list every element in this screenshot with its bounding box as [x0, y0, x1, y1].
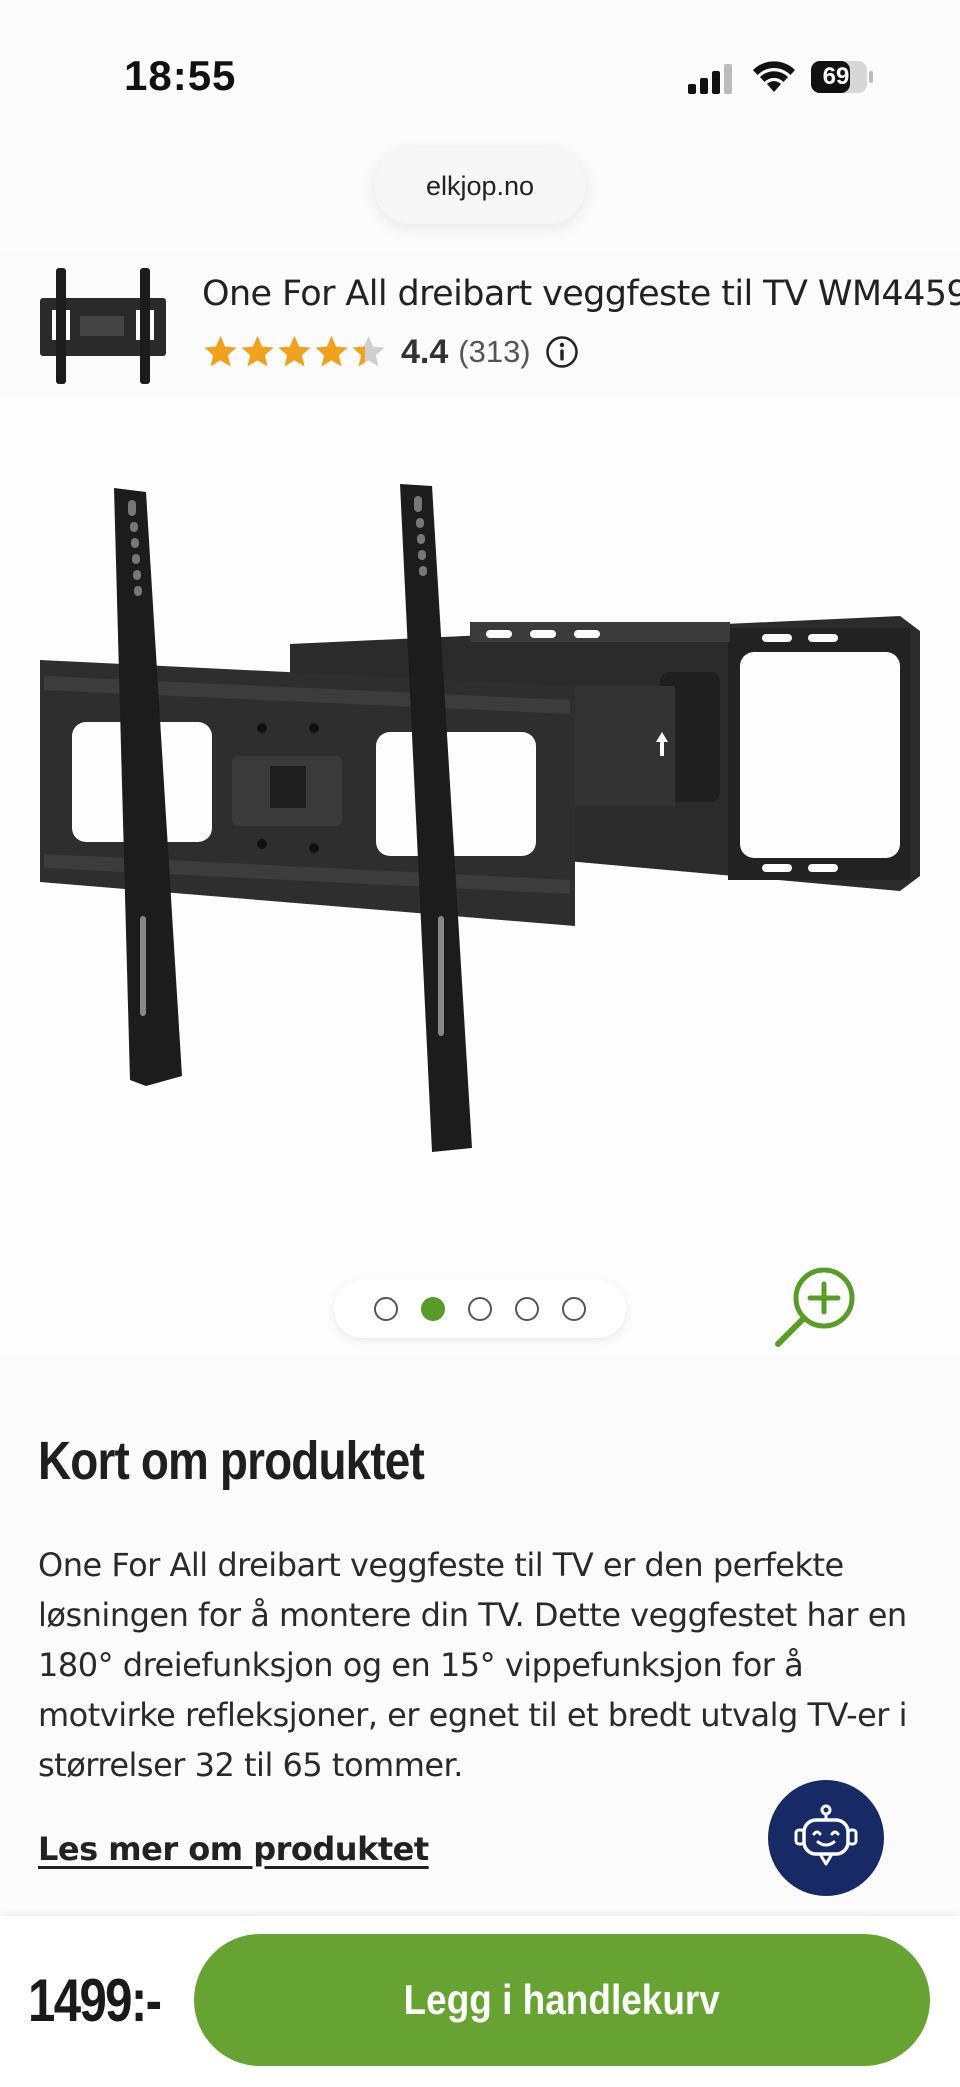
signal-icon	[688, 64, 732, 94]
carousel-dot[interactable]	[562, 1297, 586, 1321]
star-icon	[278, 336, 311, 367]
battery-level: 69	[822, 63, 850, 90]
add-to-cart-button[interactable]: Legg i handlekurv	[194, 1934, 930, 2066]
carousel-dots	[334, 1280, 626, 1338]
wifi-icon	[753, 61, 795, 92]
tv-mount-illustration	[40, 484, 920, 1152]
star-icon	[241, 336, 274, 367]
product-image[interactable]	[0, 396, 960, 1356]
rating-value: 4.4	[401, 332, 449, 371]
rating-row[interactable]: 4.4 (313)	[202, 330, 579, 374]
info-icon[interactable]	[545, 335, 579, 369]
product-description: One For All dreibart veggfeste til TV er…	[38, 1546, 908, 1784]
star-icon	[352, 336, 385, 367]
chatbot-button[interactable]	[768, 1780, 884, 1896]
carousel-dot[interactable]	[374, 1297, 398, 1321]
price: 1499:-	[28, 1967, 162, 2034]
carousel-dot[interactable]	[468, 1297, 492, 1321]
section-heading: Kort om produktet	[38, 1431, 425, 1491]
product-header: One For All dreibart veggfeste til TV WM…	[0, 256, 960, 396]
read-more-link[interactable]: Les mer om produktet	[38, 1830, 429, 1868]
zoom-in-icon[interactable]	[770, 1260, 862, 1352]
status-time: 18:55	[124, 52, 237, 99]
purchase-bar: 1499:- Legg i handlekurv	[0, 1916, 960, 2087]
star-rating	[202, 334, 387, 370]
product-title: One For All dreibart veggfeste til TV WM…	[202, 274, 960, 314]
status-bar: 18:55 69	[0, 0, 960, 140]
product-thumbnail[interactable]	[36, 268, 174, 384]
carousel-dot[interactable]	[515, 1297, 539, 1321]
chatbot-icon	[794, 1804, 858, 1866]
review-count: (313)	[458, 334, 531, 369]
star-icon	[204, 336, 237, 367]
star-icon	[315, 336, 348, 367]
add-to-cart-label: Legg i handlekurv	[403, 1976, 721, 2023]
carousel-dot[interactable]	[421, 1297, 445, 1321]
url-bar[interactable]: elkjop.no	[374, 148, 586, 224]
